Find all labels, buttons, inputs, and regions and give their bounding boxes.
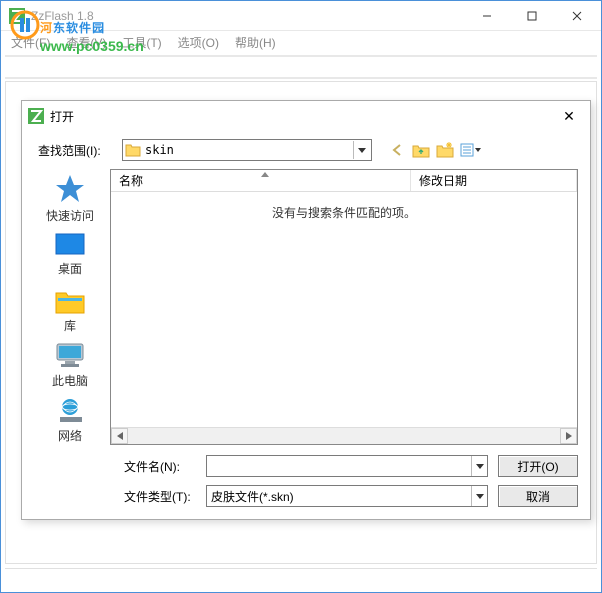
dropdown-arrow-icon [471, 486, 487, 506]
empty-message: 没有与搜索条件匹配的项。 [111, 192, 577, 427]
app-icon [9, 8, 25, 24]
view-menu-icon[interactable] [460, 142, 482, 158]
nav-toolbar [390, 142, 482, 158]
column-date[interactable]: 修改日期 [411, 170, 577, 191]
libraries-icon [54, 285, 86, 315]
lookin-row: 查找范围(I): skin [34, 139, 578, 161]
titlebar: ZzFlash 1.8 [1, 1, 601, 31]
menu-tools[interactable]: 工具(T) [116, 32, 167, 53]
menu-file[interactable]: 文件(F) [5, 32, 56, 53]
dropdown-arrow-icon [471, 456, 487, 476]
list-header: 名称 修改日期 [111, 170, 577, 192]
dropdown-arrow-icon [353, 141, 369, 159]
network-icon [54, 397, 86, 425]
scroll-right-icon[interactable] [560, 428, 577, 444]
dialog-title: 打开 [50, 108, 554, 125]
filename-label: 文件名(N): [124, 458, 196, 475]
folder-icon [125, 143, 141, 157]
filename-combobox[interactable] [206, 455, 488, 477]
menu-view[interactable]: 查看(V) [60, 32, 112, 53]
back-icon[interactable] [390, 143, 406, 157]
column-name[interactable]: 名称 [111, 170, 411, 191]
places-bar: 快速访问 桌面 库 此电脑 网络 [34, 169, 106, 445]
scroll-track[interactable] [128, 428, 560, 444]
open-dialog: 打开 ✕ 查找范围(I): skin 快速访问 [21, 100, 591, 520]
lookin-value: skin [145, 143, 353, 157]
desktop-icon [54, 232, 86, 258]
menu-options[interactable]: 选项(O) [172, 32, 225, 53]
place-quickaccess[interactable]: 快速访问 [36, 173, 104, 224]
dialog-icon [28, 108, 44, 124]
dialog-body: 查找范围(I): skin 快速访问 桌面 [22, 131, 590, 519]
toolbar [5, 55, 597, 79]
file-list[interactable]: 名称 修改日期 没有与搜索条件匹配的项。 [110, 169, 578, 445]
dialog-bottom: 文件名(N): 打开(O) 文件类型(T): 皮肤文件(*.skn) 取消 [34, 455, 578, 507]
place-desktop[interactable]: 桌面 [36, 232, 104, 277]
filetype-combobox[interactable]: 皮肤文件(*.skn) [206, 485, 488, 507]
menubar: 文件(F) 查看(V) 工具(T) 选项(O) 帮助(H) [1, 31, 601, 53]
up-folder-icon[interactable] [412, 142, 430, 158]
dialog-titlebar: 打开 ✕ [22, 101, 590, 131]
statusbar [5, 568, 597, 590]
dialog-close-button[interactable]: ✕ [554, 108, 584, 125]
new-folder-icon[interactable] [436, 142, 454, 158]
filetype-label: 文件类型(T): [124, 488, 196, 505]
sort-asc-icon [261, 172, 269, 177]
lookin-combobox[interactable]: skin [122, 139, 372, 161]
filetype-value: 皮肤文件(*.skn) [207, 488, 471, 505]
scroll-left-icon[interactable] [111, 428, 128, 444]
quickaccess-icon [54, 173, 86, 205]
window-controls [464, 2, 599, 30]
menu-help[interactable]: 帮助(H) [229, 32, 282, 53]
cancel-button[interactable]: 取消 [498, 485, 578, 507]
place-thispc[interactable]: 此电脑 [36, 342, 104, 389]
close-button[interactable] [554, 2, 599, 30]
minimize-button[interactable] [464, 2, 509, 30]
dialog-mid: 快速访问 桌面 库 此电脑 网络 [34, 169, 578, 445]
thispc-icon [53, 342, 87, 370]
open-button[interactable]: 打开(O) [498, 455, 578, 477]
place-libraries[interactable]: 库 [36, 285, 104, 334]
window-title: ZzFlash 1.8 [31, 9, 464, 23]
lookin-label: 查找范围(I): [38, 142, 114, 159]
horizontal-scrollbar[interactable] [111, 427, 577, 444]
maximize-button[interactable] [509, 2, 554, 30]
place-network[interactable]: 网络 [36, 397, 104, 444]
